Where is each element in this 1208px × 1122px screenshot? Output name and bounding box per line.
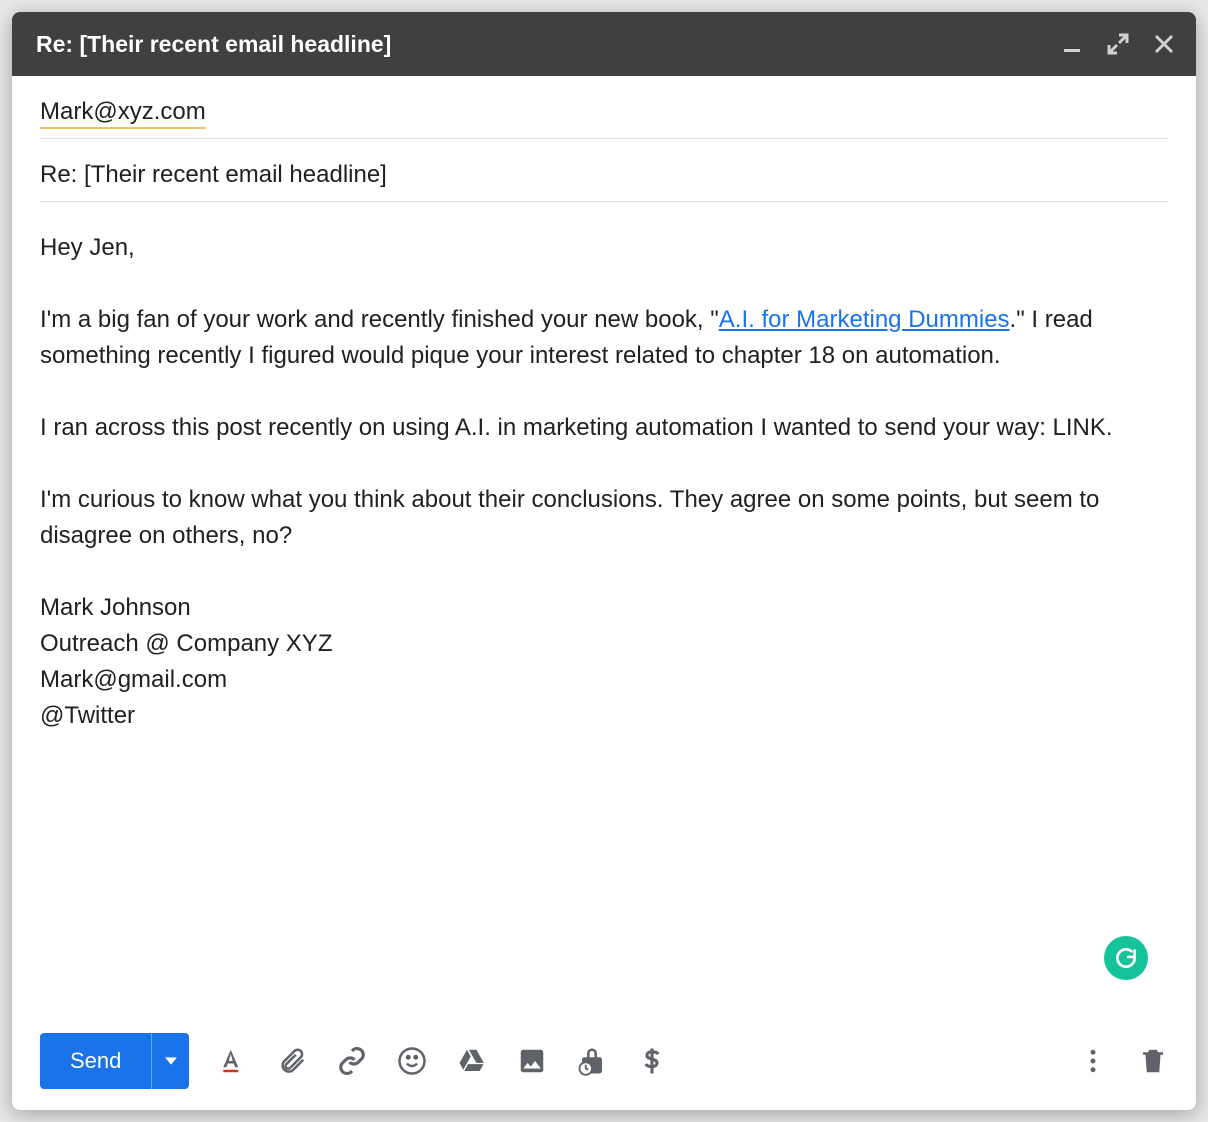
message-body[interactable]: Hey Jen, I'm a big fan of your work and …	[12, 202, 1196, 1012]
lock-clock-icon[interactable]	[577, 1046, 607, 1076]
trash-icon[interactable]	[1138, 1046, 1168, 1076]
body-text: I'm a big fan of your work and recently …	[40, 306, 719, 333]
send-button[interactable]: Send	[40, 1033, 151, 1089]
subject-field[interactable]: Re: [Their recent email headline]	[40, 139, 1168, 202]
toolbar-left-icons	[217, 1046, 667, 1076]
signature: Mark Johnson Outreach @ Company XYZ Mark…	[40, 590, 1168, 734]
recipient-chip[interactable]: Mark@xyz.com	[40, 98, 206, 129]
body-greeting: Hey Jen,	[40, 230, 1168, 266]
header-fields: Mark@xyz.com Re: [Their recent email hea…	[12, 76, 1196, 202]
body-paragraph-2: I ran across this post recently on using…	[40, 410, 1168, 446]
drive-icon[interactable]	[457, 1046, 487, 1076]
window-controls	[1060, 32, 1176, 56]
send-group: Send	[40, 1033, 189, 1089]
link-icon[interactable]	[337, 1046, 367, 1076]
to-field[interactable]: Mark@xyz.com	[40, 76, 1168, 139]
grammarly-icon	[1113, 945, 1139, 971]
send-options-dropdown[interactable]	[151, 1033, 189, 1089]
window-title: Re: [Their recent email headline]	[36, 31, 1060, 58]
titlebar: Re: [Their recent email headline]	[12, 12, 1196, 76]
minimize-icon[interactable]	[1060, 32, 1084, 56]
sig-twitter: @Twitter	[40, 702, 135, 729]
dollar-icon[interactable]	[637, 1046, 667, 1076]
chevron-down-icon	[165, 1055, 177, 1067]
sig-role: Outreach @ Company XYZ	[40, 630, 332, 657]
format-text-icon[interactable]	[217, 1046, 247, 1076]
body-paragraph-1: I'm a big fan of your work and recently …	[40, 302, 1168, 374]
compose-window: Re: [Their recent email headline] Mark@x…	[12, 12, 1196, 1110]
close-icon[interactable]	[1152, 32, 1176, 56]
photo-icon[interactable]	[517, 1046, 547, 1076]
grammarly-badge[interactable]	[1104, 936, 1148, 980]
more-vert-icon[interactable]	[1078, 1046, 1108, 1076]
sig-name: Mark Johnson	[40, 594, 191, 621]
toolbar-right-icons	[1078, 1046, 1168, 1076]
book-link[interactable]: A.I. for Marketing Dummies	[719, 306, 1010, 333]
emoji-icon[interactable]	[397, 1046, 427, 1076]
paperclip-icon[interactable]	[277, 1046, 307, 1076]
compose-toolbar: Send	[12, 1012, 1196, 1110]
sig-email: Mark@gmail.com	[40, 666, 227, 693]
body-paragraph-3: I'm curious to know what you think about…	[40, 482, 1168, 554]
expand-icon[interactable]	[1106, 32, 1130, 56]
